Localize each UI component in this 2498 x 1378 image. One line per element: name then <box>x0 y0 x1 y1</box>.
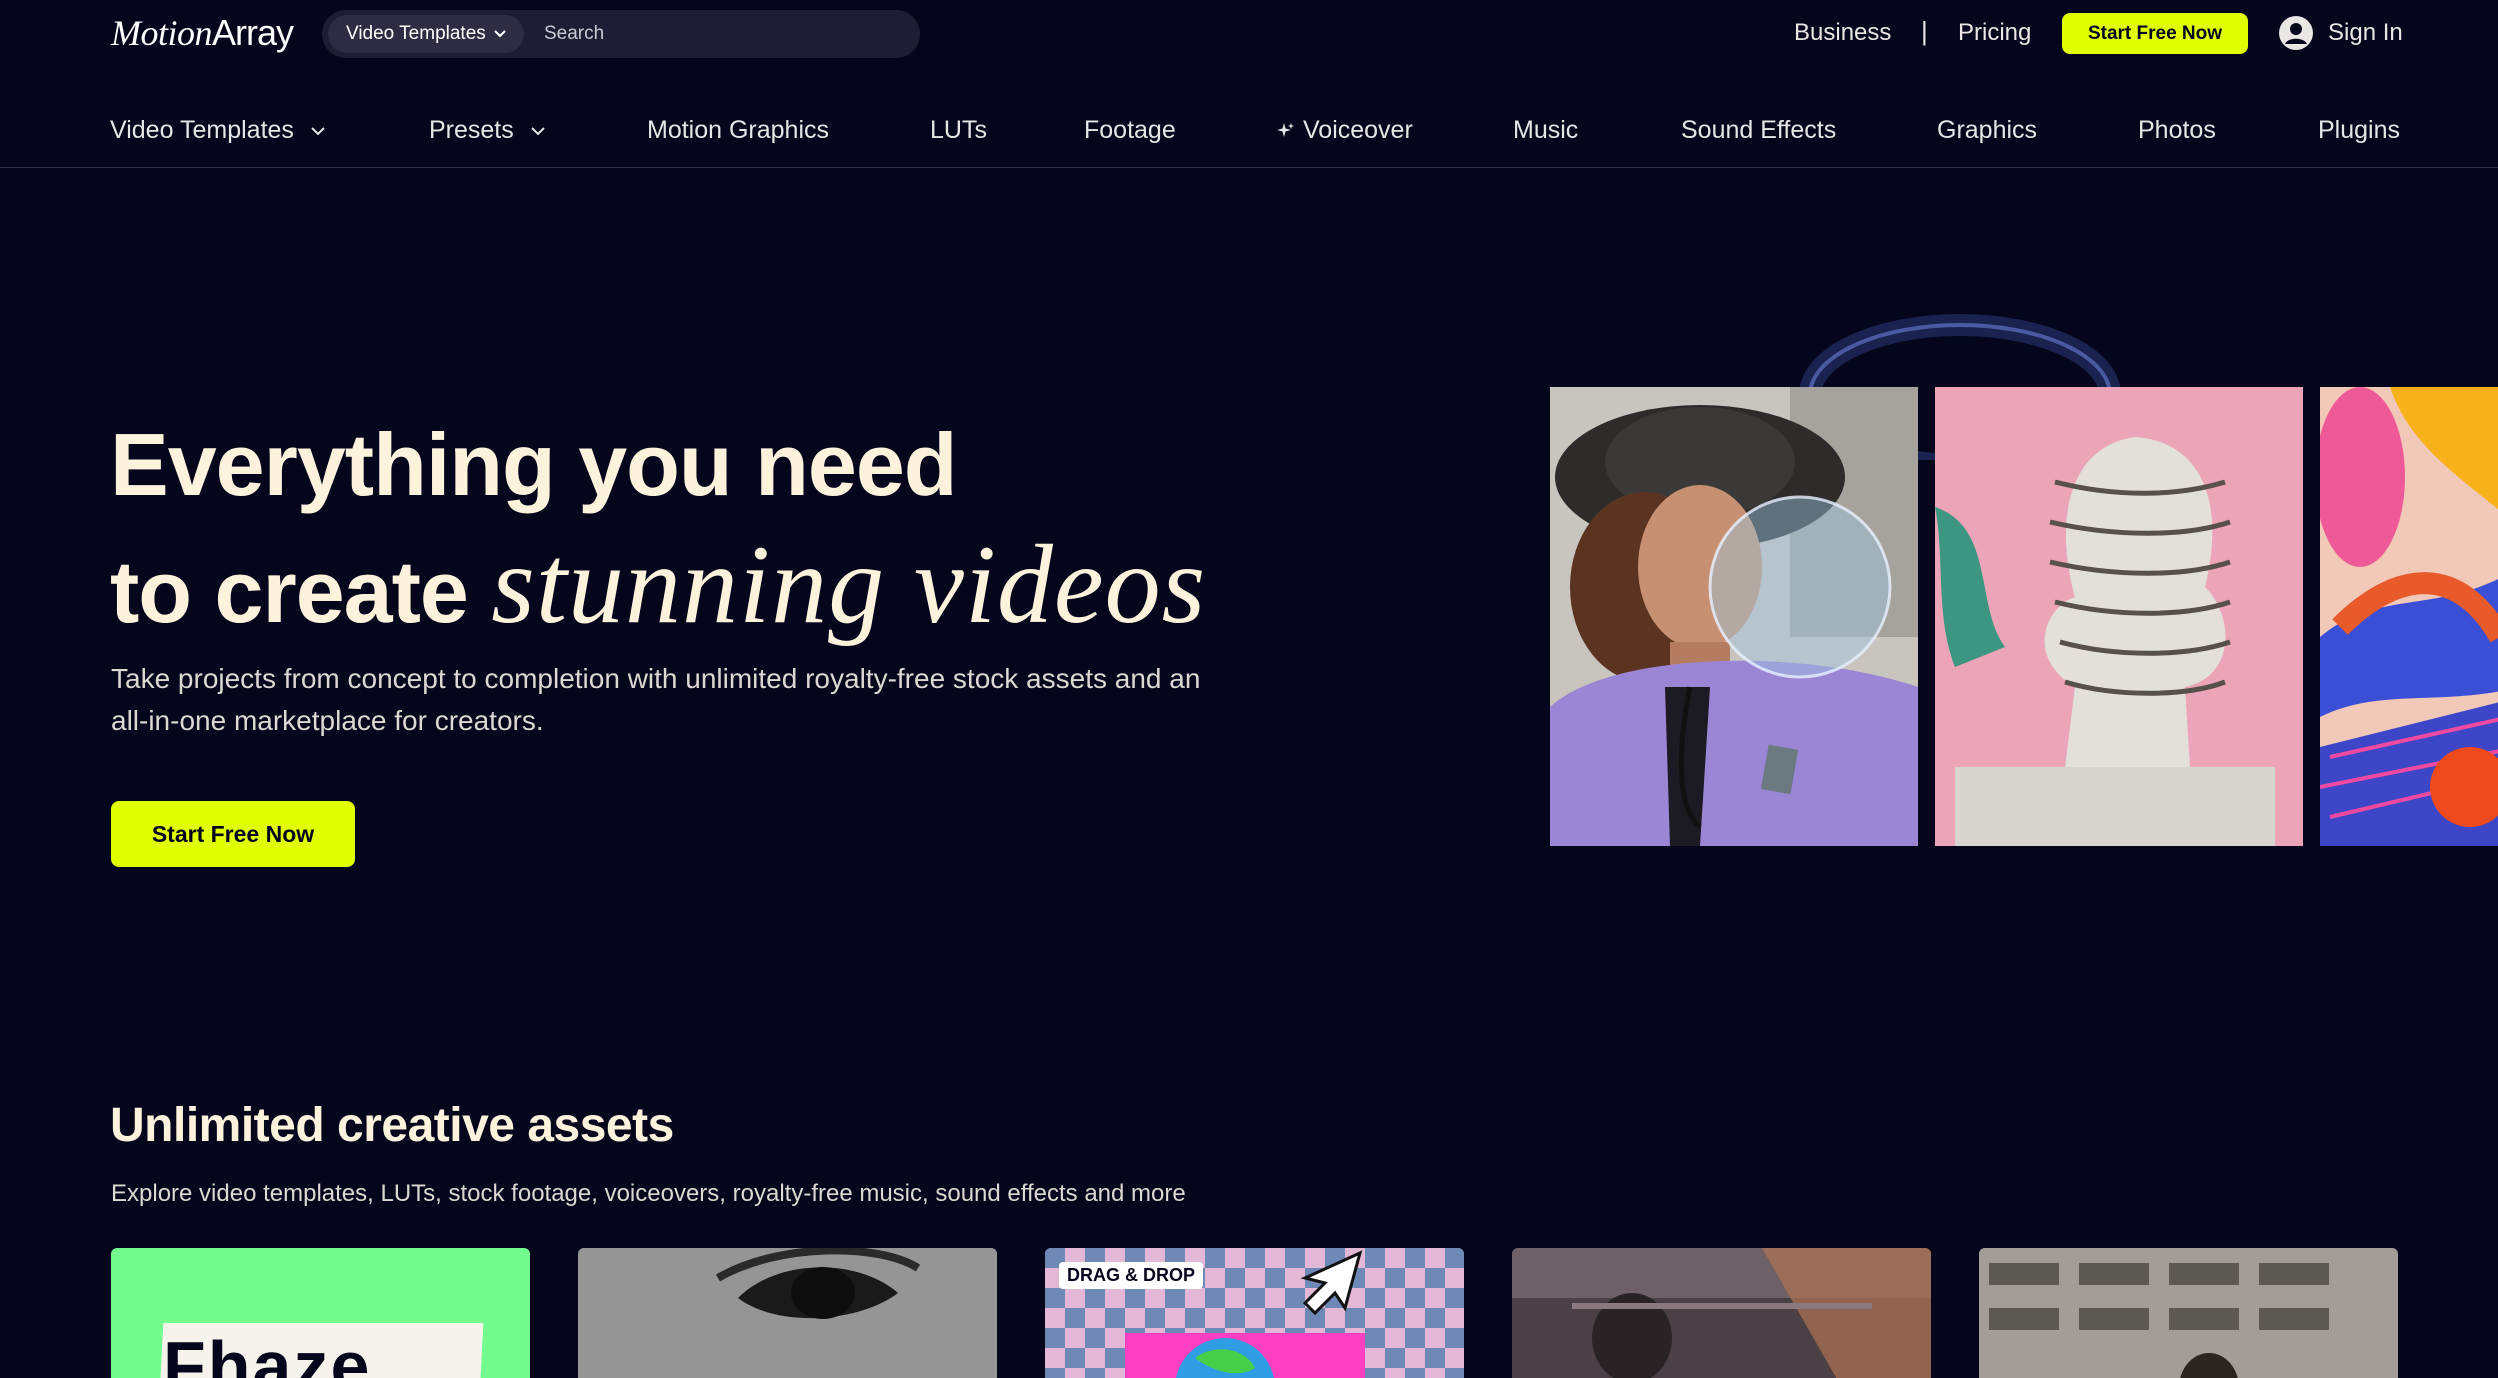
nav-item-label: LUTs <box>930 116 987 144</box>
stage-footage-illustration <box>1512 1248 1931 1378</box>
chevron-down-icon <box>531 126 545 135</box>
hero-title-line-1: Everything you need <box>110 415 958 514</box>
hero-image-abstract-art <box>2320 387 2498 846</box>
nav-item-luts[interactable]: LUTs <box>930 116 987 145</box>
man-in-hat-illustration <box>1550 387 1918 846</box>
nav-item-label: Plugins <box>2318 116 2400 144</box>
nav-item-label: Presets <box>429 116 514 144</box>
business-link[interactable]: Business <box>1794 19 1891 47</box>
nav-item-label: Footage <box>1084 116 1176 144</box>
hero-title-script: stunning videos <box>491 523 1207 647</box>
nav-item-voiceover[interactable]: Voiceover <box>1277 116 1413 145</box>
search-input[interactable] <box>544 16 904 52</box>
hero-title-prefix: to create <box>110 542 492 641</box>
top-bar: MotionArray Video Templates Business | P… <box>0 0 2498 68</box>
sliced-bust-illustration <box>1935 387 2303 846</box>
hero-image-collage <box>1550 300 2498 860</box>
hero-title: Everything you need to create stunning v… <box>110 405 1310 652</box>
nav-item-plugins[interactable]: Plugins <box>2318 116 2400 145</box>
sparkle-icon <box>1277 122 1294 137</box>
hero-image-sliced-bust <box>1935 387 2303 846</box>
eye-closeup-illustration <box>578 1248 997 1378</box>
drag-drop-badge: DRAG & DROP <box>1059 1262 1204 1289</box>
category-nav: Video Templates Presets Motion Graphics … <box>0 104 2498 168</box>
search-bar: Video Templates <box>322 10 920 58</box>
building-footage-illustration <box>1979 1248 2398 1378</box>
abstract-art-illustration <box>2320 387 2498 846</box>
sign-in-link[interactable]: Sign In <box>2278 15 2403 51</box>
nav-item-photos[interactable]: Photos <box>2138 116 2216 145</box>
start-free-now-hero-button[interactable]: Start Free Now <box>111 801 355 867</box>
asset-card-building-footage[interactable] <box>1979 1248 2398 1378</box>
nav-item-music[interactable]: Music <box>1513 116 1578 145</box>
sign-in-label: Sign In <box>2328 19 2403 46</box>
hero-title-line-2: to create stunning videos <box>110 525 1310 652</box>
nav-item-label: Motion Graphics <box>647 116 830 144</box>
chevron-down-icon <box>311 126 325 135</box>
nav-item-footage[interactable]: Footage <box>1084 116 1176 145</box>
header-separator: | <box>1921 16 1928 46</box>
section-subtitle: Explore video templates, LUTs, stock foo… <box>111 1180 1186 1207</box>
asset-card-stage-footage[interactable] <box>1512 1248 1931 1378</box>
nav-item-motion-graphics[interactable]: Motion Graphics <box>647 116 829 145</box>
chevron-down-icon <box>494 30 506 38</box>
nav-item-label: Voiceover <box>1303 116 1413 144</box>
section-title: Unlimited creative assets <box>110 1099 674 1152</box>
start-free-now-header-button[interactable]: Start Free Now <box>2062 13 2248 54</box>
asset-card-drag-drop[interactable]: DRAG & DROP <box>1045 1248 1464 1378</box>
search-category-label: Video Templates <box>346 23 486 44</box>
hero-subtitle: Take projects from concept to completion… <box>111 663 1201 736</box>
hero-image-man-in-hat <box>1550 387 1918 846</box>
nav-item-video-templates[interactable]: Video Templates <box>110 116 328 145</box>
asset-card-eye-closeup[interactable] <box>578 1248 997 1378</box>
logo-array: Array <box>212 12 294 53</box>
nav-item-presets[interactable]: Presets <box>429 116 548 145</box>
nav-item-label: Video Templates <box>110 116 294 144</box>
pricing-link[interactable]: Pricing <box>1958 19 2031 47</box>
nav-item-label: Graphics <box>1937 116 2038 144</box>
nav-item-sound-effects[interactable]: Sound Effects <box>1681 116 1836 145</box>
card-text: Fhaze <box>163 1327 372 1378</box>
motionarray-logo[interactable]: MotionArray <box>111 12 294 54</box>
asset-card-green-text[interactable]: Fhaze <box>111 1248 530 1378</box>
nav-item-label: Sound Effects <box>1681 116 1837 144</box>
user-avatar-icon <box>2279 16 2313 50</box>
logo-motion: Motion <box>111 13 213 53</box>
nav-item-label: Music <box>1513 116 1579 144</box>
search-category-select[interactable]: Video Templates <box>328 15 524 53</box>
nav-item-graphics[interactable]: Graphics <box>1937 116 2037 145</box>
nav-item-label: Photos <box>2138 116 2216 144</box>
